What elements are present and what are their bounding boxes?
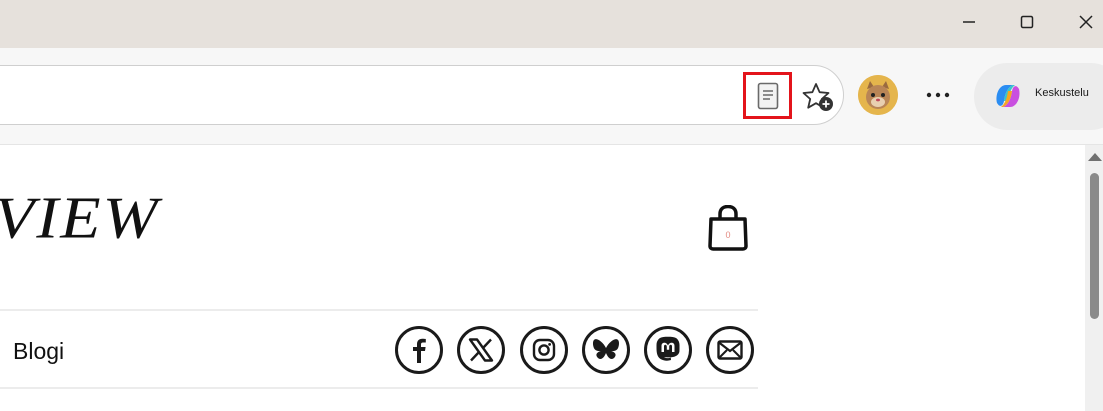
instagram-link[interactable]: [520, 326, 568, 374]
copilot-icon: [996, 85, 1020, 107]
mastodon-icon: [656, 336, 680, 361]
nav-divider-bottom: [0, 387, 758, 389]
site-logo[interactable]: VIEW: [0, 189, 160, 248]
copilot-button[interactable]: Keskustelu: [974, 63, 1103, 130]
nav-item-blogi[interactable]: Blogi: [13, 338, 64, 365]
immersive-reader-button[interactable]: [743, 72, 792, 119]
profile-avatar-icon: [858, 75, 898, 115]
email-link[interactable]: [706, 326, 754, 374]
x-link[interactable]: [457, 326, 505, 374]
copilot-label: Keskustelu: [1035, 87, 1089, 99]
settings-and-more-button[interactable]: [922, 82, 954, 108]
bluesky-link[interactable]: [582, 326, 630, 374]
browser-toolbar: Keskustelu: [0, 48, 1103, 145]
facebook-link[interactable]: [395, 326, 443, 374]
maximize-icon: [1020, 15, 1034, 29]
more-options-icon: [926, 92, 950, 98]
profile-button[interactable]: [858, 75, 898, 115]
scroll-up-arrow-icon[interactable]: [1088, 153, 1102, 161]
mastodon-link[interactable]: [644, 326, 692, 374]
vertical-scrollbar[interactable]: [1085, 145, 1103, 411]
title-bar: [0, 0, 1103, 48]
facebook-icon: [413, 338, 426, 363]
bluesky-icon: [592, 339, 620, 360]
maximize-button[interactable]: [1013, 10, 1041, 34]
cart-button[interactable]: 0: [707, 204, 749, 251]
x-icon: [468, 338, 494, 362]
close-button[interactable]: [1072, 10, 1100, 34]
email-icon: [717, 340, 743, 360]
address-bar[interactable]: [0, 65, 844, 125]
reader-view-icon: [757, 82, 778, 109]
close-icon: [1079, 15, 1093, 29]
svg-text:0: 0: [725, 230, 730, 240]
shopping-bag-icon: 0: [708, 204, 748, 251]
add-favorite-icon: [802, 83, 833, 111]
minimize-button[interactable]: [955, 10, 983, 34]
add-favorite-button[interactable]: [800, 80, 836, 114]
page-content: VIEW 0 Blogi: [0, 145, 1085, 411]
instagram-icon: [532, 338, 556, 362]
nav-divider-top: [0, 309, 758, 311]
minimize-icon: [963, 21, 975, 23]
scrollbar-thumb[interactable]: [1090, 173, 1099, 319]
